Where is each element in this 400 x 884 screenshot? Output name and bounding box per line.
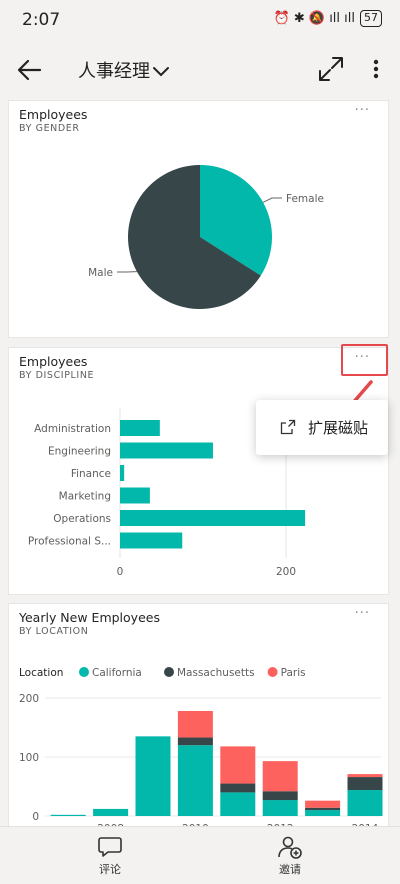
menu-item-label: 扩展磁贴 [308,419,369,437]
invite-label: 邀请 [279,863,301,876]
comment-icon [98,837,122,857]
more-vertical-icon[interactable] [364,54,388,84]
bar-2011-paris [220,746,256,784]
bar-2013-california [305,810,341,816]
menu-item-expand-tile[interactable]: 扩展磁贴 [256,400,388,455]
bar-2011-massachusetts [220,783,256,793]
back-arrow-icon[interactable] [14,54,46,86]
bar-finance [120,465,125,481]
bottom-nav: 评论 邀请 [0,826,400,884]
highlight-box [341,344,388,376]
expand-tile-icon [280,419,296,435]
y-tick-label: 100 [19,752,39,764]
legend-label: California [92,667,142,679]
bar-engineering [120,442,213,459]
bar-2011-california [220,792,256,816]
status-icons: ⏰ ✱ 🔕 ıll ıll 57 [274,10,382,27]
pie-label: Male [88,267,113,279]
category-label: Professional S... [28,536,111,548]
status-icon-glyphs: ⏰ ✱ 🔕 ıll ıll [273,11,355,26]
category-label: Marketing [59,491,111,503]
bar-marketing [120,487,150,504]
bar-2010-california [177,745,213,816]
x-tick-label: 0 [117,566,124,578]
pie-leader-line [262,197,282,203]
bar-2014-california [347,790,383,816]
report-title[interactable]: 人事经理 [78,57,150,83]
legend-label: Massachusetts [177,667,255,679]
bar-2010-paris [177,710,213,738]
legend-marker [164,667,174,677]
pie-chart: Female Male [88,165,324,309]
status-bar: 2:07 ⏰ ✱ 🔕 ıll ıll 57 [0,0,400,40]
bar-2010-massachusetts [177,737,213,746]
legend-title: Location [19,667,63,679]
chevron-down-icon[interactable] [150,60,172,82]
category-label: Administration [34,423,111,435]
tile-yearly-new-employees[interactable]: Yearly New Employees BY LOCATION ··· Loc… [8,603,389,827]
context-menu: 扩展磁贴 [256,400,388,455]
app-bar: 人事经理 [0,40,400,100]
bar-2014-massachusetts [347,777,383,791]
pie-label: Female [286,193,324,205]
status-time: 2:07 [22,10,61,30]
bar-2008-california [93,808,129,816]
y-tick-label: 0 [32,811,39,823]
category-label: Finance [71,468,111,480]
bar-operations [120,510,306,526]
comment-button[interactable]: 评论 [80,835,140,877]
category-label: Engineering [48,446,111,458]
bar-2012-massachusetts [262,791,298,801]
fullscreen-icon[interactable] [316,54,346,84]
invite-button[interactable]: 邀请 [260,835,320,877]
y-tick-label: 200 [19,693,39,705]
legend-marker [79,667,89,677]
legend-label: Paris [281,667,306,679]
tile-employees-by-gender[interactable]: Employees BY GENDER ··· Female Male [8,100,389,338]
x-tick-label: 200 [276,566,296,578]
location-stacked-chart: Location California Massachusetts Paris 0 100… [19,667,383,826]
add-person-icon [278,836,302,859]
battery-icon: 57 [360,10,382,27]
bar-administration [120,420,160,436]
bar-2013-paris [305,800,341,808]
bar-2012-california [262,800,298,816]
bar-2007-california [50,814,86,816]
category-label: Operations [53,513,111,525]
legend-marker [267,667,278,677]
bar-professional-s- [120,532,183,549]
bar-2012-paris [262,761,298,792]
bar-2009-california [135,736,171,816]
bar-2013-massachusetts [305,807,341,811]
bar-2014-paris [347,774,383,778]
comment-label: 评论 [99,863,121,876]
